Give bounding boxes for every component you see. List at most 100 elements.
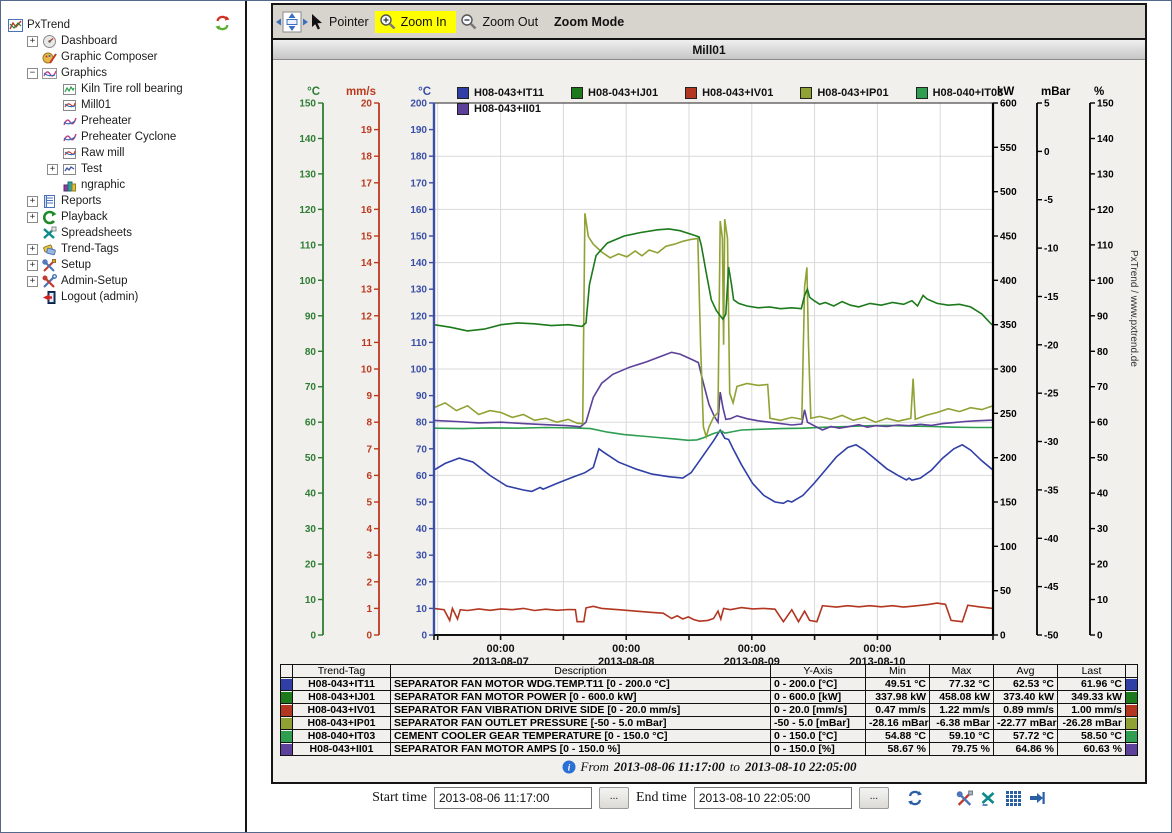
sidebar-item-kiln-tire-roll-bearing[interactable]: Kiln Tire roll bearing	[7, 81, 245, 97]
refresh-icon[interactable]	[214, 15, 231, 36]
sidebar-item-mill01[interactable]: Mill01	[7, 97, 245, 113]
axis-tick-label: -10	[1044, 244, 1059, 255]
x-tick-date: 2013-08-08	[598, 656, 654, 664]
report-icon	[41, 194, 57, 209]
pointer-button[interactable]: Pointer	[329, 15, 369, 29]
cell-tag: H08-043+II01	[293, 743, 391, 756]
axis-tick-label: 3	[366, 551, 372, 562]
stats-row-h08-043-ij01: H08-043+IJ01SEPARATOR FAN MOTOR POWER [0…	[281, 691, 1138, 704]
axis-tick-label: 16	[361, 205, 373, 216]
sidebar-item-graphics[interactable]: − Graphics	[7, 65, 245, 81]
sidebar-item-label: Playback	[61, 211, 108, 223]
start-time-input[interactable]	[434, 787, 592, 809]
cell-min: -28.16 mBar	[866, 717, 930, 730]
sidebar-item-label: Logout (admin)	[61, 291, 138, 303]
chart-area: °C1501401301201101009080706050403020100m…	[273, 60, 1145, 664]
refresh-icon[interactable]	[906, 790, 924, 807]
sidebar-item-raw-mill[interactable]: Raw mill	[7, 145, 245, 161]
cell-tag: H08-043+IJ01	[293, 691, 391, 704]
zoom-mode-label: Zoom Mode	[554, 15, 624, 29]
pan-icon[interactable]	[275, 9, 309, 35]
axis-tick-label: 19	[361, 125, 373, 136]
collapse-toggle-icon[interactable]: −	[27, 68, 38, 79]
spreadsheet-export-icon[interactable]	[980, 790, 998, 807]
sidebar-item-preheater[interactable]: Preheater	[7, 113, 245, 129]
chart-trend-icon	[61, 98, 77, 113]
axis-tick-label: 140	[1097, 134, 1114, 145]
sidebar-item-spreadsheets[interactable]: Spreadsheets	[7, 225, 245, 241]
sidebar-item-admin-setup[interactable]: + Admin-Setup	[7, 273, 245, 289]
axis-tick-label: 50	[1097, 453, 1109, 464]
tools-icon[interactable]	[956, 790, 974, 807]
stats-header-swatch	[1126, 665, 1138, 678]
legend-swatch	[457, 103, 469, 115]
axis-tick-label: 120	[299, 205, 316, 216]
sidebar-item-setup[interactable]: +Setup	[7, 257, 245, 273]
axis-tick-label: 50	[1000, 586, 1012, 597]
axis-tick-label: 120	[1097, 205, 1114, 216]
axis-tick-label: 11	[361, 338, 372, 349]
pxtrend-window: PxTrend+DashboardGraphic Composer − Graphi…	[0, 0, 1172, 833]
start-time-browse-button[interactable]: ...	[599, 787, 629, 809]
axis-tick-label: 200	[410, 99, 427, 110]
axis-tick-label: -45	[1044, 582, 1059, 593]
sidebar-item-preheater-cyclone[interactable]: Preheater Cyclone	[7, 129, 245, 145]
sidebar-item-playback[interactable]: + Playback	[7, 209, 245, 225]
row-color-swatch	[1126, 718, 1137, 729]
expand-toggle-icon[interactable]: +	[27, 260, 38, 271]
sidebar-item-dashboard[interactable]: +Dashboard	[7, 33, 245, 49]
legend-item-h08-040-it03: H08-040+IT03	[916, 85, 1004, 101]
axis-tick-label: 50	[416, 498, 428, 509]
axis-tick-label: 8	[366, 418, 372, 429]
expand-toggle-icon[interactable]: +	[27, 36, 38, 47]
main-panel: Pointer Zoom In Zoom Out Zoom Mode Mill0…	[271, 3, 1147, 784]
cube-icon	[61, 178, 77, 193]
expand-toggle-icon[interactable]: +	[27, 196, 38, 207]
expand-toggle-icon[interactable]: +	[47, 164, 58, 175]
axis-tick-label: -50	[1044, 631, 1059, 642]
axis-title-mms: mm/s	[346, 86, 376, 98]
x-tick-date: 2013-08-10	[849, 656, 905, 664]
x-tick-time: 00:00	[487, 643, 515, 655]
axis-tick-label: 13	[361, 285, 373, 296]
end-time-browse-button[interactable]: ...	[859, 787, 889, 809]
sidebar-item-pxtrend[interactable]: PxTrend	[7, 17, 245, 33]
axis-tick-label: -25	[1044, 389, 1059, 400]
axis-tick-label: 70	[305, 382, 317, 393]
spreadsheet-icon	[41, 226, 57, 241]
axis-tick-label: 140	[410, 258, 427, 269]
legend-item-h08-043-iv01: H08-043+IV01	[685, 85, 773, 101]
sidebar-item-logout-admin[interactable]: Logout (admin)	[7, 289, 245, 305]
expand-toggle-icon[interactable]: +	[27, 276, 38, 287]
x-tick-date: 2013-08-07	[472, 656, 528, 664]
trend-chart[interactable]: °C1501401301201101009080706050403020100m…	[273, 60, 1141, 664]
sidebar-item-trend-tags[interactable]: +Trend-Tags	[7, 241, 245, 257]
end-time-input[interactable]	[694, 787, 852, 809]
legend-swatch	[916, 87, 928, 99]
zoom-in-button[interactable]: Zoom In	[375, 11, 457, 33]
sidebar-item-label: Graphics	[61, 67, 107, 79]
grid-icon[interactable]	[1004, 790, 1022, 807]
swatch-cell	[1126, 678, 1138, 691]
time-controls: Start time ... End time ...	[271, 787, 1147, 809]
chart-legend: H08-043+IT11H08-043+IJ01H08-043+IV01H08-…	[457, 85, 1057, 117]
admin-setup-icon	[41, 274, 57, 289]
cell-desc: SEPARATOR FAN MOTOR WDG.TEMP.T11 [0 - 20…	[391, 678, 771, 691]
sidebar-item-test[interactable]: +Test	[7, 161, 245, 177]
axis-tick-label: 70	[416, 444, 428, 455]
zoom-out-button[interactable]: Zoom Out	[456, 11, 548, 33]
expand-toggle-icon[interactable]: +	[27, 212, 38, 223]
cell-desc: SEPARATOR FAN MOTOR POWER [0 - 600.0 kW]	[391, 691, 771, 704]
sidebar-item-label: Admin-Setup	[61, 275, 127, 287]
axis-tick-label: 170	[410, 178, 427, 189]
expand-toggle-icon[interactable]: +	[27, 244, 38, 255]
stats-row-h08-043-iv01: H08-043+IV01SEPARATOR FAN VIBRATION DRIV…	[281, 704, 1138, 717]
sidebar-item-graphic-composer[interactable]: Graphic Composer	[7, 49, 245, 65]
export-arrow-icon[interactable]	[1028, 790, 1046, 807]
zoom-in-icon	[379, 13, 397, 31]
sidebar-item-ngraphic[interactable]: ngraphic	[7, 177, 245, 193]
stats-header-max: Max	[930, 665, 994, 678]
sidebar-item-reports[interactable]: +Reports	[7, 193, 245, 209]
axis-tick-label: 130	[410, 285, 427, 296]
row-color-swatch	[1126, 731, 1137, 742]
